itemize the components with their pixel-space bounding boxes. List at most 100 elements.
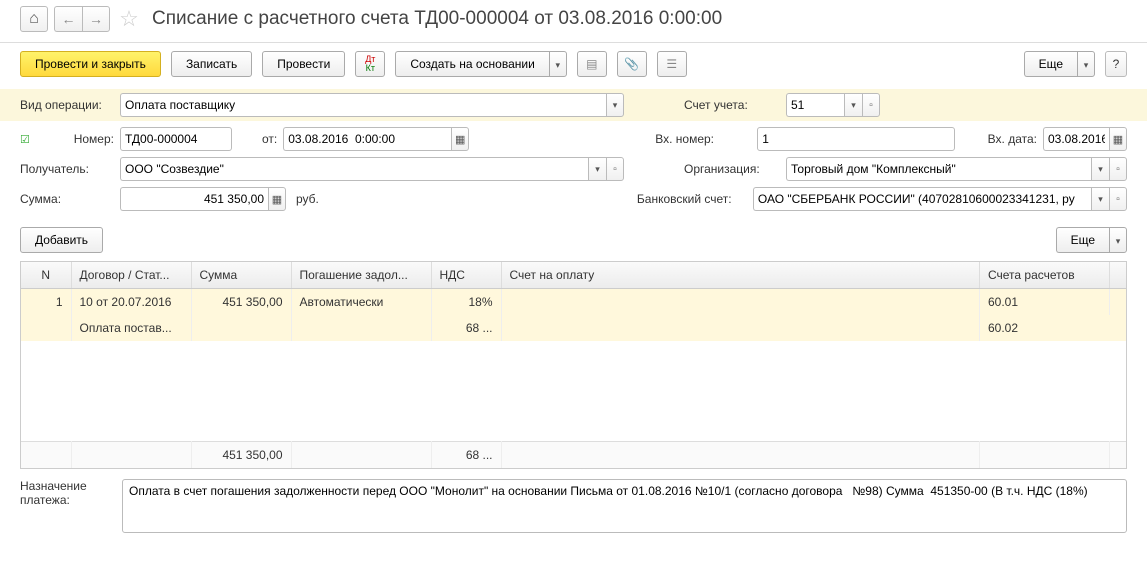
posted-icon: [20, 132, 34, 146]
more-button[interactable]: Еще: [1024, 51, 1077, 77]
chevron-down-icon: [851, 100, 856, 111]
post-and-close-button[interactable]: Провести и закрыть: [20, 51, 161, 77]
org-dropdown[interactable]: [1091, 157, 1109, 181]
header-bar: ☆ Списание с расчетного счета ТД00-00000…: [0, 0, 1147, 43]
date-calendar[interactable]: [451, 127, 469, 151]
page-title: Списание с расчетного счета ТД00-000004 …: [152, 8, 722, 30]
list-icon: [666, 57, 677, 71]
dtkt-icon: ДтКт: [365, 55, 375, 73]
account-dropdown[interactable]: [844, 93, 862, 117]
cell-contract-l2: Оплата постав...: [71, 315, 191, 341]
doc-button[interactable]: [577, 51, 607, 77]
sum-label: Сумма:: [20, 192, 114, 206]
nav-group: [54, 6, 110, 32]
col-repay[interactable]: Погашение задол...: [291, 262, 431, 289]
cell-n: 1: [21, 289, 71, 342]
purpose-row: Назначение платежа:: [0, 469, 1147, 543]
dtkt-button[interactable]: ДтКт: [355, 51, 385, 77]
chevron-down-icon: [613, 100, 618, 111]
cell-repay: Автоматически: [291, 289, 431, 342]
more-dropdown[interactable]: [1077, 51, 1095, 77]
bank-acc-dropdown[interactable]: [1091, 187, 1109, 211]
op-type-row: Вид операции: Счет учета:: [0, 89, 1147, 121]
total-vat: 68 ...: [431, 441, 501, 468]
table-more-dropdown[interactable]: [1109, 227, 1127, 253]
org-open[interactable]: [1109, 157, 1127, 181]
chevron-down-icon: [556, 57, 561, 71]
total-sum: 451 350,00: [191, 441, 291, 468]
recipient-open[interactable]: [606, 157, 624, 181]
in-date-calendar[interactable]: [1109, 127, 1127, 151]
write-button[interactable]: Записать: [171, 51, 252, 77]
cell-acc-l2: 60.02: [980, 315, 1110, 341]
calc-icon: [272, 193, 282, 206]
col-accounts[interactable]: Счета расчетов: [980, 262, 1110, 289]
op-type-dropdown[interactable]: [606, 93, 624, 117]
col-sum[interactable]: Сумма: [191, 262, 291, 289]
account-open[interactable]: [862, 93, 880, 117]
purpose-textarea[interactable]: [122, 479, 1127, 533]
open-icon: [1116, 164, 1120, 175]
table-row[interactable]: 1 10 от 20.07.2016 451 350,00 Автоматиче…: [21, 289, 1126, 316]
col-invoice[interactable]: Счет на оплату: [501, 262, 980, 289]
clip-icon: [624, 57, 639, 71]
cell-acc-l1: 60.01: [980, 289, 1110, 316]
chevron-down-icon: [595, 164, 600, 175]
table-empty: [21, 341, 1126, 441]
post-button[interactable]: Провести: [262, 51, 345, 77]
number-input[interactable]: [120, 127, 232, 151]
help-button[interactable]: ?: [1105, 51, 1127, 77]
col-n[interactable]: N: [21, 262, 71, 289]
account-input[interactable]: [786, 93, 844, 117]
arrow-right-icon: [89, 11, 103, 27]
in-date-input[interactable]: [1043, 127, 1109, 151]
favorite-button[interactable]: ☆: [116, 6, 142, 32]
chevron-down-icon: [1098, 164, 1103, 175]
recipient-label: Получатель:: [20, 162, 114, 176]
bank-acc-input[interactable]: [753, 187, 1091, 211]
purpose-label: Назначение платежа:: [20, 479, 114, 533]
calendar-icon: [455, 133, 465, 146]
table-toolbar: Добавить Еще: [0, 221, 1147, 261]
in-number-input[interactable]: [757, 127, 955, 151]
col-scroll: [1110, 262, 1127, 289]
org-label: Организация:: [684, 162, 780, 176]
create-based-button[interactable]: Создать на основании: [395, 51, 549, 77]
cell-contract-l1: 10 от 20.07.2016: [71, 289, 191, 316]
form-area: Вид операции: Счет учета: Номер: от: Вх.…: [0, 85, 1147, 221]
sum-input[interactable]: [120, 187, 268, 211]
col-contract[interactable]: Договор / Стат...: [71, 262, 191, 289]
sum-calc[interactable]: [268, 187, 286, 211]
cell-vat-l1: 18%: [431, 289, 501, 316]
op-type-label: Вид операции:: [20, 98, 114, 112]
recipient-input[interactable]: [120, 157, 588, 181]
attach-button[interactable]: [617, 51, 647, 77]
open-icon: [869, 100, 873, 111]
bank-acc-label: Банковский счет:: [637, 192, 747, 206]
bank-acc-open[interactable]: [1109, 187, 1127, 211]
create-based-dropdown[interactable]: [549, 51, 567, 77]
cell-invoice: [501, 289, 980, 342]
account-label: Счет учета:: [684, 98, 780, 112]
payments-table: N Договор / Стат... Сумма Погашение задо…: [20, 261, 1127, 469]
forward-button[interactable]: [82, 6, 110, 32]
op-type-input[interactable]: [120, 93, 606, 117]
chevron-down-icon: [1084, 57, 1089, 71]
home-button[interactable]: [20, 6, 48, 32]
list-button[interactable]: [657, 51, 687, 77]
recipient-dropdown[interactable]: [588, 157, 606, 181]
table-more-button[interactable]: Еще: [1056, 227, 1109, 253]
org-input[interactable]: [786, 157, 1091, 181]
date-input[interactable]: [283, 127, 451, 151]
main-toolbar: Провести и закрыть Записать Провести ДтК…: [0, 43, 1147, 85]
add-button[interactable]: Добавить: [20, 227, 103, 253]
in-date-label: Вх. дата:: [988, 132, 1037, 146]
table-more-group: Еще: [1056, 227, 1127, 253]
back-button[interactable]: [54, 6, 82, 32]
in-number-label: Вх. номер:: [655, 132, 751, 146]
col-vat[interactable]: НДС: [431, 262, 501, 289]
create-based-group: Создать на основании: [395, 51, 567, 77]
arrow-left-icon: [62, 11, 76, 27]
from-label: от:: [262, 132, 277, 146]
open-icon: [613, 164, 617, 175]
